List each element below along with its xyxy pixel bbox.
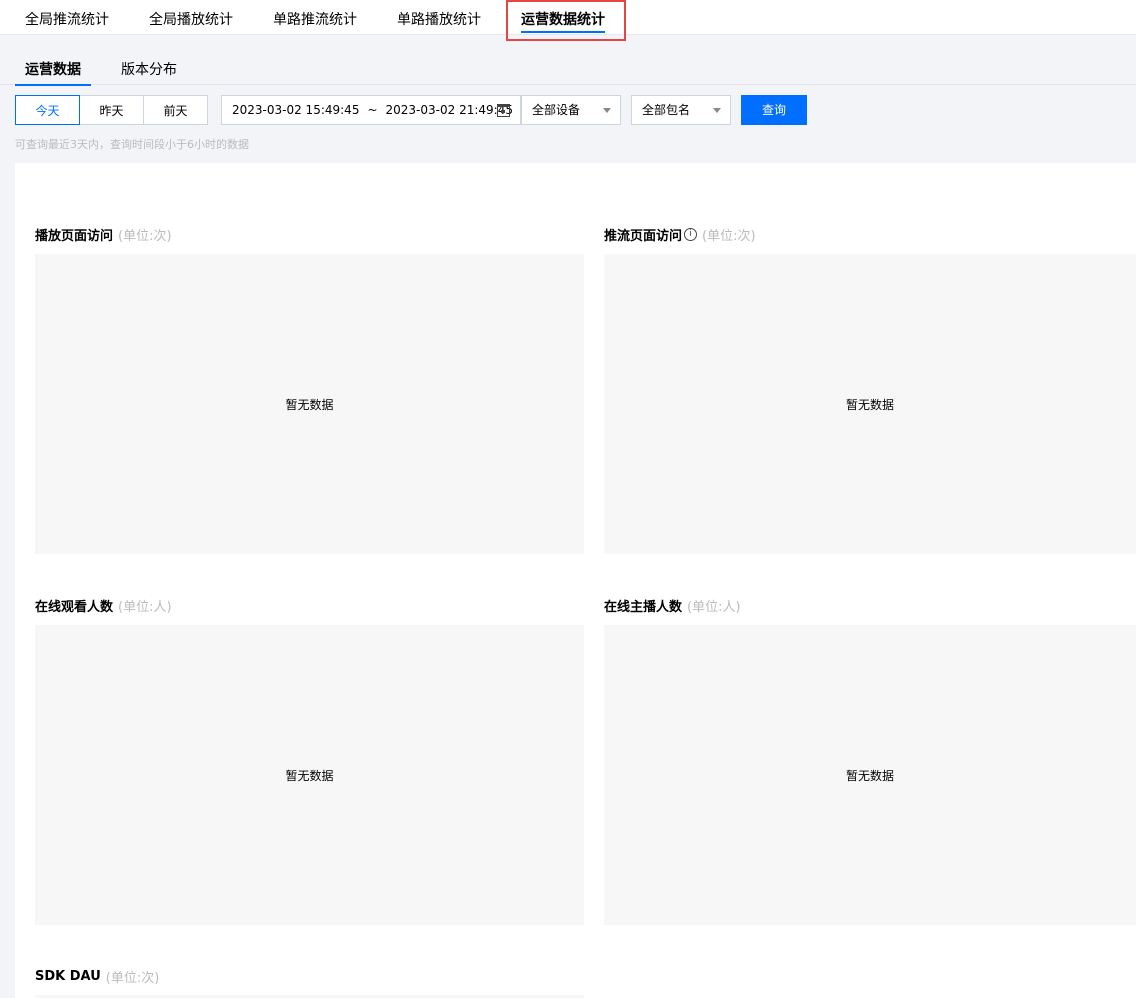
tab-global-play-stats[interactable]: 全局播放统计 <box>149 0 233 35</box>
empty-state-text: 暂无数据 <box>285 397 334 412</box>
card-title-online-hosts: 在线主播人数 (单位:人) <box>604 596 741 615</box>
tab-global-push-stats[interactable]: 全局推流统计 <box>25 0 109 35</box>
query-button[interactable]: 查询 <box>741 95 807 125</box>
card-title-play-page-visits: 播放页面访问 (单位:次) <box>35 225 172 244</box>
top-tab-bar: 全局推流统计 全局播放统计 单路推流统计 单路播放统计 运营数据统计 <box>0 0 1136 35</box>
date-separator: ~ <box>367 103 378 117</box>
subtab-operation-data[interactable]: 运营数据 <box>15 56 91 86</box>
card-title-text: 播放页面访问 <box>35 229 114 244</box>
day-button-group: 今天 昨天 前天 <box>15 95 208 125</box>
date-start: 2023-03-02 15:49:45 <box>232 103 360 117</box>
tab-single-play-stats[interactable]: 单路播放统计 <box>397 0 481 35</box>
today-button[interactable]: 今天 <box>15 95 80 125</box>
empty-state-text: 暂无数据 <box>845 768 894 783</box>
card-unit: (单位:人) <box>118 600 172 615</box>
card-unit: (单位:人) <box>687 600 741 615</box>
subtab-version-distribution[interactable]: 版本分布 <box>121 56 177 85</box>
card-title-sdk-dau: SDK DAU (单位:次) <box>35 967 159 986</box>
package-select-value: 全部包名 <box>642 103 691 117</box>
package-select[interactable]: 全部包名 <box>631 95 731 125</box>
date-end: 2023-03-02 21:49:45 <box>385 103 513 117</box>
chart-online-hosts: 暂无数据 <box>604 625 1136 925</box>
calendar-icon[interactable] <box>497 104 510 117</box>
info-icon[interactable]: i <box>684 228 698 241</box>
card-unit: (单位:次) <box>702 229 756 244</box>
tab-single-push-stats[interactable]: 单路推流统计 <box>273 0 357 35</box>
chevron-down-icon <box>603 108 611 113</box>
card-title-push-page-visits: 推流页面访问 i (单位:次) <box>604 225 756 244</box>
chart-online-viewers: 暂无数据 <box>35 625 584 925</box>
chevron-down-icon <box>713 108 721 113</box>
card-title-text: 在线主播人数 <box>604 600 683 615</box>
card-title-online-viewers: 在线观看人数 (单位:人) <box>35 596 172 615</box>
card-unit: (单位:次) <box>118 229 172 244</box>
card-unit: (单位:次) <box>105 971 160 986</box>
device-select-value: 全部设备 <box>532 103 581 117</box>
device-select[interactable]: 全部设备 <box>521 95 621 125</box>
query-hint: 可查询最近3天内，查询时间段小于6小时的数据 <box>15 138 249 151</box>
empty-state-text: 暂无数据 <box>285 768 334 783</box>
date-range-picker[interactable]: 2023-03-02 15:49:45 ~ 2023-03-02 21:49:4… <box>221 95 521 125</box>
yesterday-button[interactable]: 昨天 <box>79 95 144 125</box>
sub-tab-bar: 运营数据 版本分布 <box>0 56 1136 86</box>
chart-push-page-visits: 暂无数据 <box>604 254 1136 554</box>
card-title-text: 推流页面访问 <box>604 229 683 244</box>
card-title-text: SDK DAU <box>35 969 101 984</box>
tab-operation-data-stats[interactable]: 运营数据统计 <box>521 0 605 35</box>
card-title-text: 在线观看人数 <box>35 600 114 615</box>
empty-state-text: 暂无数据 <box>845 397 894 412</box>
day-before-yesterday-button[interactable]: 前天 <box>143 95 208 125</box>
chart-play-page-visits: 暂无数据 <box>35 254 584 554</box>
